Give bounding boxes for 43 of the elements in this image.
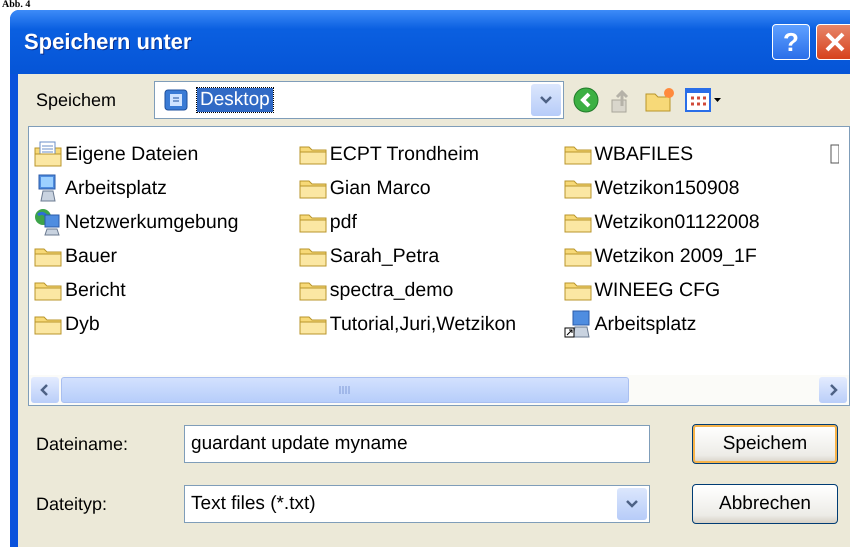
location-dropdown[interactable]: Desktop bbox=[154, 81, 564, 119]
file-item[interactable]: Bericht bbox=[33, 273, 298, 307]
cancel-button[interactable]: Abbrechen bbox=[692, 484, 838, 524]
back-icon[interactable] bbox=[572, 86, 600, 114]
file-item[interactable]: Bauer bbox=[33, 239, 298, 273]
file-item[interactable]: pdf bbox=[298, 205, 562, 239]
file-item[interactable]: Wetzikon150908 bbox=[562, 171, 830, 205]
file-name-label: Dateiname: bbox=[35, 434, 130, 454]
new-folder-icon[interactable] bbox=[644, 86, 676, 114]
file-item[interactable]: Wetzikon01122008 bbox=[562, 205, 830, 239]
documents-folder-icon bbox=[33, 140, 63, 168]
file-type-dropdown[interactable]: Text files (*.txt) bbox=[184, 485, 650, 523]
file-item[interactable]: Netzwerkumgebung bbox=[33, 205, 298, 239]
file-item[interactable]: Gian Marco bbox=[298, 171, 562, 205]
document-icon bbox=[829, 142, 840, 166]
file-item[interactable]: Dyb bbox=[33, 307, 298, 341]
save-in-label: Speichem bbox=[35, 90, 118, 110]
file-item[interactable]: spectra_demo bbox=[298, 273, 562, 307]
file-item[interactable]: Arbeitsplatz bbox=[33, 171, 298, 205]
file-item[interactable]: WBAFILES bbox=[562, 137, 830, 171]
file-item[interactable]: Eigene Dateien bbox=[33, 137, 298, 171]
location-text: Desktop bbox=[197, 88, 273, 112]
save-button[interactable]: Speichem bbox=[692, 424, 838, 464]
file-item[interactable]: Arbeitsplatz bbox=[562, 307, 830, 341]
file-name-field[interactable]: guardant update myname bbox=[184, 425, 650, 463]
horizontal-scrollbar[interactable] bbox=[29, 375, 849, 405]
file-item[interactable]: Wetzikon 2009_1F bbox=[562, 239, 830, 273]
computer-shortcut-icon bbox=[562, 309, 592, 339]
scroll-left-button[interactable] bbox=[31, 377, 59, 403]
file-item[interactable]: Tutorial,Juri,Wetzikon bbox=[298, 307, 562, 341]
view-menu-icon[interactable] bbox=[684, 86, 722, 114]
file-type-label: Dateityp: bbox=[35, 494, 108, 514]
close-button[interactable] bbox=[816, 24, 850, 60]
dropdown-button[interactable] bbox=[531, 84, 561, 116]
file-item[interactable]: ECPT Trondheim bbox=[298, 137, 562, 171]
close-icon bbox=[824, 31, 846, 53]
grip-icon bbox=[338, 385, 352, 395]
scroll-right-button[interactable] bbox=[819, 377, 847, 403]
figure-caption: Abb. 4 bbox=[1, 0, 32, 10]
window-title: Speichern unter bbox=[24, 29, 192, 55]
file-item[interactable]: WINEEG CFG bbox=[562, 273, 830, 307]
scroll-thumb[interactable] bbox=[61, 377, 629, 403]
file-item[interactable]: Sarah_Petra bbox=[298, 239, 562, 273]
